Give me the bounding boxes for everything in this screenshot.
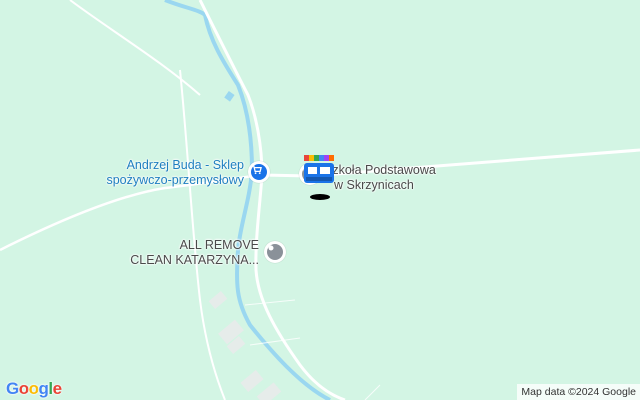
poi-label-school[interactable]: Szkoła Podstawowa w Skrzynicach <box>324 163 436 193</box>
poi-label-shop[interactable]: Andrzej Buda - Sklep spożywczo-przemysło… <box>106 158 244 188</box>
map-canvas[interactable]: Andrzej Buda - Sklep spożywczo-przemysło… <box>0 0 640 400</box>
poi-label-shop-line1: Andrzej Buda - Sklep <box>126 158 244 172</box>
road-southwest <box>179 69 226 400</box>
pin-icon <box>267 244 283 260</box>
map-attribution[interactable]: Map data ©2024 Google <box>517 384 640 400</box>
poi-label-cleaning-line2: CLEAN KATARZYNA... <box>130 253 259 267</box>
poi-label-cleaning-line1: ALL REMOVE <box>179 238 259 252</box>
cleaning-poi-pin[interactable] <box>264 241 286 263</box>
poi-label-cleaning[interactable]: ALL REMOVE CLEAN KATARZYNA... <box>130 238 259 268</box>
shopping-cart-icon <box>251 164 267 180</box>
shop-poi-pin[interactable] <box>248 161 270 183</box>
poi-label-shop-line2: spożywczo-przemysłowy <box>106 173 244 187</box>
track <box>364 384 381 400</box>
building <box>256 382 282 400</box>
poi-label-school-line1: Szkoła Podstawowa <box>324 163 436 177</box>
google-logo[interactable]: Google <box>6 379 62 399</box>
poi-label-school-line2: w Skrzynicach <box>334 178 414 192</box>
road-main <box>254 174 346 400</box>
building <box>208 291 228 309</box>
pond <box>224 91 235 102</box>
building <box>240 369 264 393</box>
